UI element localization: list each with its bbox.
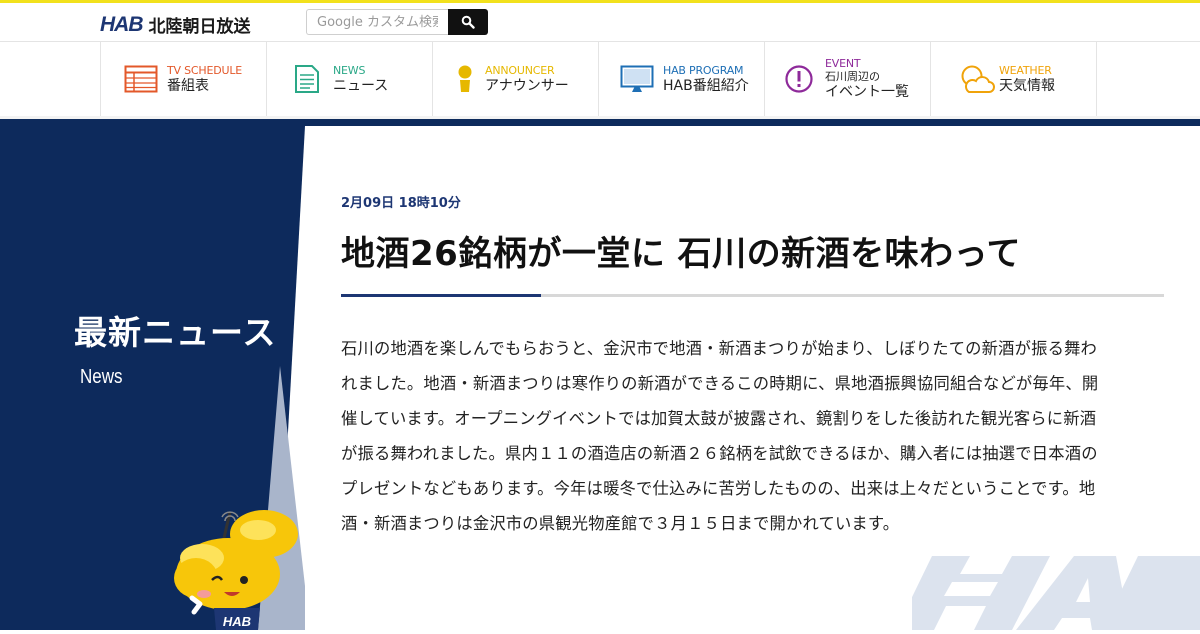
search-input[interactable] bbox=[306, 9, 448, 35]
nav-news-en: NEWS bbox=[333, 63, 366, 77]
navy-band bbox=[0, 119, 1200, 126]
nav-weather-en: WEATHER bbox=[999, 63, 1052, 77]
nav-announcer[interactable]: ANNOUNCER アナウンサー bbox=[433, 42, 599, 116]
mascot-character-image: HAB bbox=[160, 508, 305, 634]
tv-schedule-icon bbox=[123, 61, 159, 97]
nav-announcer-ja: アナウンサー bbox=[485, 77, 569, 94]
nav-news[interactable]: NEWS ニュース bbox=[267, 42, 433, 116]
sun-cloud-icon bbox=[959, 61, 995, 97]
section-subtitle: News bbox=[80, 366, 123, 388]
monitor-icon bbox=[619, 61, 655, 97]
nav-weather[interactable]: WEATHER 天気情報 bbox=[931, 42, 1097, 116]
top-bar: HAB 北陸朝日放送 bbox=[0, 3, 1200, 42]
logo-mark: HAB bbox=[100, 12, 143, 36]
search-button[interactable] bbox=[448, 9, 488, 35]
nav-tv-schedule-en: TV SCHEDULE bbox=[167, 63, 243, 77]
main-nav: TV SCHEDULE 番組表 NEWS ニュース ANNOUNCER アナウン… bbox=[100, 42, 1097, 116]
news-document-icon bbox=[289, 61, 325, 97]
article-body: 石川の地酒を楽しんでもらおうと、金沢市で地酒・新酒まつりが始まり、しぼりたての新… bbox=[341, 339, 1099, 533]
nav-weather-ja: 天気情報 bbox=[999, 77, 1055, 94]
nav-event-ja-line1: 石川周辺の bbox=[825, 70, 880, 83]
announcer-person-icon bbox=[455, 61, 475, 97]
svg-text:HAB: HAB bbox=[223, 614, 251, 629]
nav-hab-program-en: HAB PROGRAM bbox=[663, 63, 744, 77]
hab-logo-watermark bbox=[896, 556, 1200, 634]
nav-event-en: EVENT bbox=[825, 57, 861, 70]
exclamation-circle-icon bbox=[781, 61, 817, 97]
nav-event[interactable]: EVENT 石川周辺の イベント一覧 bbox=[765, 42, 931, 116]
search-box bbox=[306, 9, 488, 35]
article-date: 2月09日 18時10分 bbox=[341, 196, 461, 211]
nav-tv-schedule-ja: 番組表 bbox=[167, 77, 209, 94]
section-title: 最新ニュース bbox=[74, 313, 277, 352]
nav-hab-program[interactable]: HAB PROGRAM HAB番組紹介 bbox=[599, 42, 765, 116]
nav-news-ja: ニュース bbox=[333, 77, 389, 94]
nav-hab-program-ja: HAB番組紹介 bbox=[663, 77, 749, 94]
nav-event-ja-line2: イベント一覧 bbox=[825, 84, 909, 100]
site-logo[interactable]: HAB 北陸朝日放送 bbox=[100, 12, 251, 38]
logo-text: 北陸朝日放送 bbox=[148, 17, 251, 37]
headline-divider-accent bbox=[341, 294, 541, 297]
article-headline: 地酒26銘柄が一堂に 石川の新酒を味わって bbox=[341, 234, 1021, 274]
nav-tv-schedule[interactable]: TV SCHEDULE 番組表 bbox=[101, 42, 267, 116]
search-icon bbox=[461, 15, 475, 29]
nav-announcer-en: ANNOUNCER bbox=[485, 63, 555, 77]
